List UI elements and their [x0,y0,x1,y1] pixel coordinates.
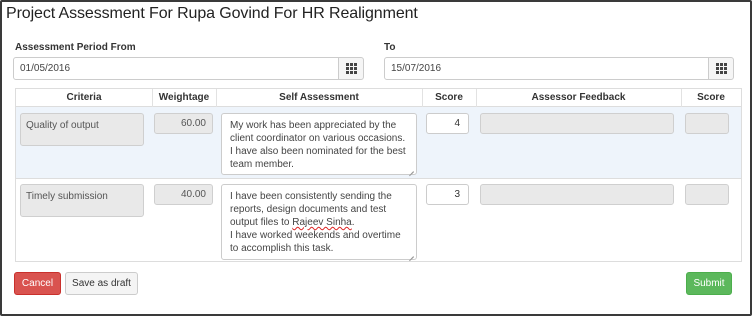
assessment-panel: Project Assessment For Rupa Govind For H… [0,0,752,316]
header-criteria: Criteria [66,92,102,103]
row2-score-input[interactable]: 3 [426,184,469,205]
assessment-table: Criteria Weightage Self Assessment Score… [15,88,742,262]
page-title: Project Assessment For Rupa Govind For H… [6,5,418,22]
row-divider [16,178,741,179]
row1-assessor-feedback [480,113,674,134]
row1-self-assessment-text: My work has been appreciated by the clie… [230,120,406,170]
row2-weightage: 40.00 [154,184,213,205]
column-divider [216,89,217,107]
header-assessor-feedback: Assessor Feedback [531,92,626,103]
submit-button[interactable]: Submit [686,272,732,295]
row2-assessor-score [685,184,729,205]
column-divider [422,89,423,107]
column-divider [476,89,477,107]
row2-self-assessment-name: Rajeev Sinha [292,217,352,228]
row2-self-assessment-textarea[interactable]: I have been consistently sending the rep… [221,184,417,260]
period-to-calendar-button[interactable] [708,57,734,80]
row2-assessor-feedback [480,184,674,205]
calendar-icon [715,63,727,74]
row1-weightage: 60.00 [154,113,213,134]
row2-self-assessment-text-3: I have worked weekends and overtime to a… [230,230,401,254]
period-from-label: Assessment Period From [15,42,136,53]
row2-criteria: Timely submission [20,184,144,217]
row1-score-input[interactable]: 4 [426,113,469,134]
period-to-input[interactable]: 15/07/2016 [384,57,709,80]
header-self-assessment: Self Assessment [279,92,359,103]
row2-self-assessment-text-2: . [351,217,355,228]
resize-grip-icon[interactable] [408,166,414,172]
column-divider [681,89,682,107]
save-draft-button[interactable]: Save as draft [65,272,138,295]
row1-criteria: Quality of output [20,113,144,146]
period-from-input[interactable]: 01/05/2016 [13,57,339,80]
column-divider [152,89,153,107]
row1-assessor-score [685,113,729,134]
header-assessor-score: Score [697,92,725,103]
header-weightage: Weightage [158,92,210,103]
table-header: Criteria Weightage Self Assessment Score… [16,89,741,107]
period-from-calendar-button[interactable] [338,57,364,80]
calendar-icon [345,63,357,74]
cancel-button[interactable]: Cancel [14,272,61,295]
period-to-label: To [384,42,396,53]
resize-grip-icon[interactable] [408,251,414,257]
header-score: Score [435,92,463,103]
row1-self-assessment-textarea[interactable]: My work has been appreciated by the clie… [221,113,417,175]
